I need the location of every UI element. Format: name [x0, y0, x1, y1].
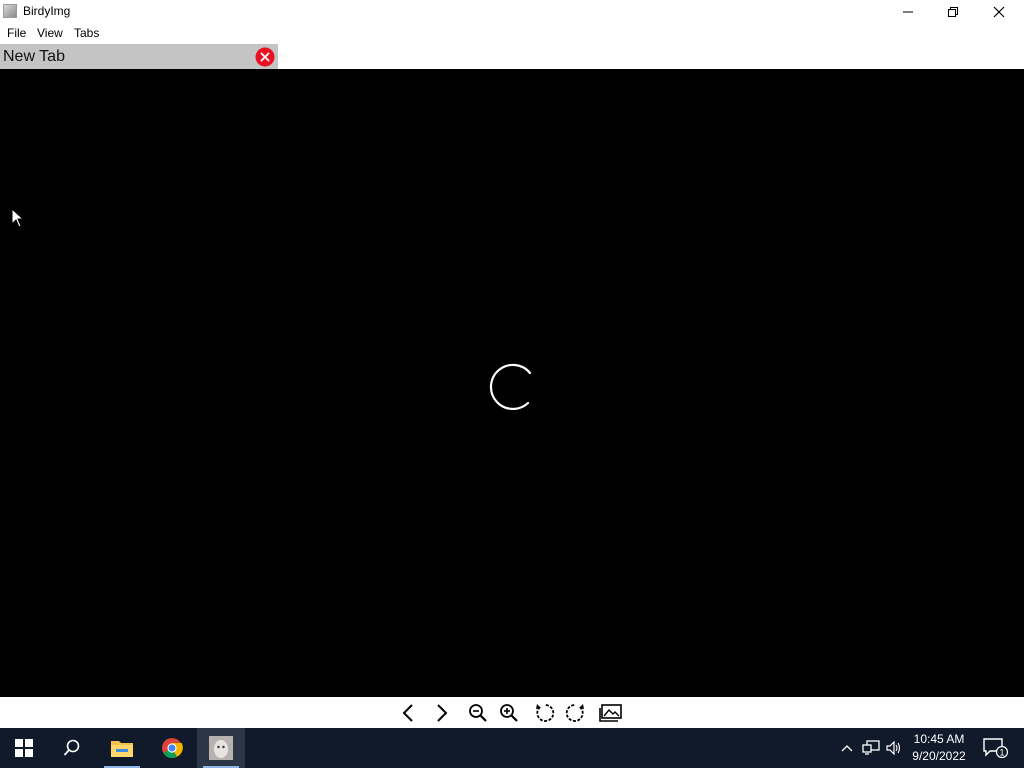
clock-time: 10:45 AM	[913, 732, 965, 746]
zoom-out-button[interactable]	[466, 701, 490, 725]
previous-button[interactable]	[396, 701, 420, 725]
rotate-right-icon	[565, 704, 584, 722]
volume-icon	[886, 741, 901, 755]
action-center-button[interactable]: 1	[975, 728, 1015, 768]
menu-tabs[interactable]: Tabs	[74, 26, 99, 40]
taskbar-clock[interactable]: 10:45 AM 9/20/2022	[905, 731, 973, 765]
tab-new-tab[interactable]: New Tab	[0, 44, 278, 69]
rotate-right-button[interactable]	[563, 701, 587, 725]
network-icon	[862, 740, 880, 755]
network-button[interactable]	[860, 728, 882, 768]
file-explorer-icon	[111, 741, 133, 757]
next-icon	[437, 704, 448, 722]
notification-icon: 1	[983, 738, 1008, 759]
start-button[interactable]	[0, 728, 48, 768]
zoom-in-icon	[500, 704, 518, 722]
zoom-in-button[interactable]	[497, 701, 521, 725]
search-button[interactable]	[48, 728, 96, 768]
menu-bar: File View Tabs	[0, 23, 1024, 43]
loading-spinner-icon	[489, 363, 532, 410]
tab-label: New Tab	[3, 48, 65, 65]
rotate-left-icon	[536, 704, 555, 722]
viewer-toolbar	[0, 697, 1024, 728]
next-button[interactable]	[430, 701, 454, 725]
close-button[interactable]	[976, 0, 1022, 23]
open-gallery-icon	[599, 704, 622, 722]
start-icon	[15, 739, 33, 757]
taskbar: 10:45 AM 9/20/2022 1	[0, 728, 1024, 768]
app-icon	[3, 4, 17, 18]
menu-file[interactable]: File	[7, 26, 26, 40]
zoom-out-icon	[469, 704, 487, 722]
open-gallery-button[interactable]	[599, 701, 623, 725]
volume-button[interactable]	[884, 728, 904, 768]
show-hidden-icons-button[interactable]	[837, 728, 857, 768]
window-title: BirdyImg	[23, 4, 71, 18]
chrome-button[interactable]	[148, 728, 196, 768]
minimize-button[interactable]	[885, 0, 931, 23]
image-viewer[interactable]	[0, 69, 1024, 697]
notification-count: 1	[999, 748, 1004, 758]
menu-view[interactable]: View	[37, 26, 63, 40]
previous-icon	[402, 704, 413, 722]
birdyimg-taskbar-button[interactable]	[197, 728, 245, 768]
minimize-icon	[903, 11, 913, 12]
clock-date: 9/20/2022	[912, 749, 966, 763]
file-explorer-button[interactable]	[98, 728, 146, 768]
tab-strip: New Tab	[0, 43, 1024, 69]
tab-close-icon[interactable]	[255, 47, 275, 67]
rotate-left-button[interactable]	[533, 701, 557, 725]
restore-button[interactable]	[930, 0, 976, 23]
chrome-icon	[162, 738, 183, 759]
title-bar[interactable]: BirdyImg	[0, 0, 1024, 23]
search-icon	[63, 739, 80, 756]
close-icon	[993, 6, 1005, 17]
birdyimg-icon	[209, 736, 233, 760]
restore-icon	[948, 6, 958, 17]
mouse-cursor-icon	[11, 208, 25, 228]
show-hidden-icons-icon	[841, 745, 853, 752]
